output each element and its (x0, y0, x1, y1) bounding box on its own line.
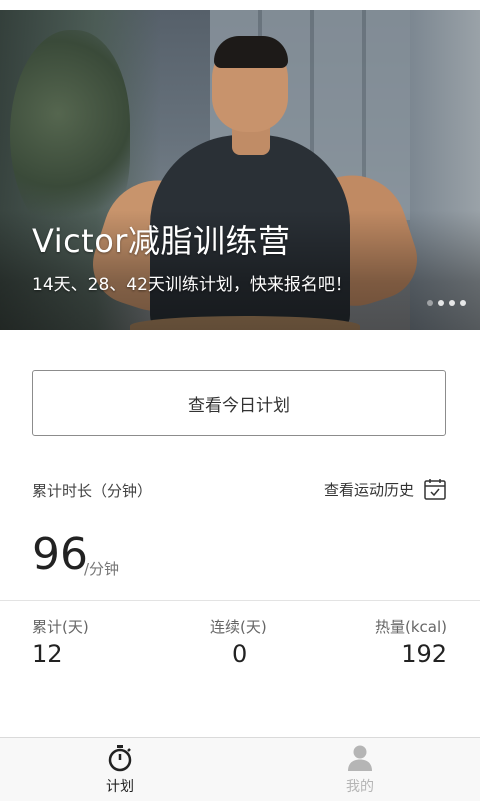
tab-plan-label: 计划 (106, 779, 134, 795)
streak-value: 0 (232, 640, 248, 668)
promo-banner[interactable]: Victor减脂训练营 14天、28、42天训练计划，快来报名吧！ (0, 10, 480, 330)
streak-label: 连续(天) (210, 618, 267, 636)
tab-mine-label: 我的 (346, 779, 374, 795)
banner-person-hair (214, 36, 288, 68)
cumulative-duration-label: 累计时长（分钟） (32, 482, 153, 500)
calendar-check-icon (424, 479, 446, 500)
days-value: 12 (32, 640, 63, 668)
tab-plan[interactable]: 计划 (0, 738, 240, 801)
view-history-label: 查看运动历史 (323, 480, 414, 499)
user-icon (348, 745, 372, 771)
page-dot[interactable] (460, 300, 466, 306)
status-bar-area (0, 0, 480, 10)
view-today-plan-button[interactable]: 查看今日计划 (32, 370, 446, 436)
days-label: 累计(天) (32, 618, 89, 636)
calories-label: 热量(kcal) (375, 618, 447, 636)
page-dot[interactable] (438, 300, 444, 306)
divider (0, 600, 480, 601)
calories-value: 192 (401, 640, 447, 668)
tab-mine[interactable]: 我的 (240, 738, 480, 801)
page-dot[interactable] (427, 300, 433, 306)
banner-page-indicator (427, 300, 466, 306)
view-history-link[interactable]: 查看运动历史 (324, 478, 446, 500)
bottom-tab-bar: 计划 我的 (0, 737, 480, 801)
page-dot[interactable] (449, 300, 455, 306)
stopwatch-icon (108, 745, 132, 772)
total-minutes-value: 96 (32, 529, 88, 580)
banner-title: Victor减脂训练营 (32, 222, 291, 260)
total-minutes-unit: /分钟 (84, 560, 120, 578)
banner-subtitle: 14天、28、42天训练计划，快来报名吧！ (32, 275, 352, 295)
